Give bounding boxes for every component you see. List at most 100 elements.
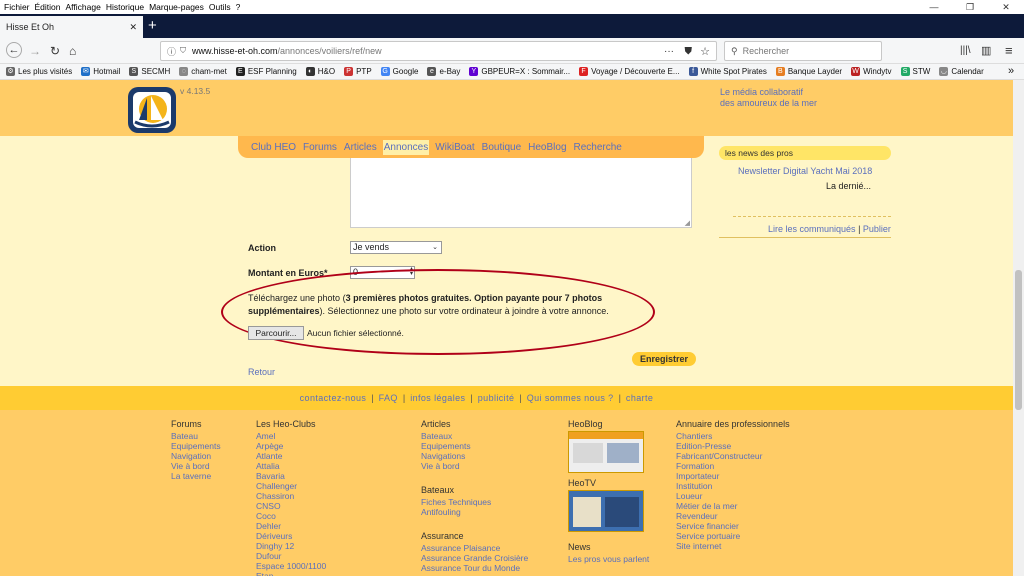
- bookmark-item[interactable]: S STW: [900, 67, 930, 76]
- footer-bar-link[interactable]: FAQ: [379, 393, 398, 403]
- footer-link-annuaire[interactable]: Edition-Presse: [676, 441, 790, 451]
- footer-link-forum[interactable]: Navigation: [171, 451, 221, 461]
- footer-link-annuaire[interactable]: Service financier: [676, 521, 790, 531]
- footer-link-club[interactable]: CNSO: [256, 501, 326, 511]
- footer-link-club[interactable]: Attalia: [256, 461, 326, 471]
- save-button[interactable]: Enregistrer: [632, 352, 696, 366]
- news-item-link[interactable]: Newsletter Digital Yacht Mai 2018: [738, 166, 872, 176]
- footer-link-club[interactable]: Dehler: [256, 521, 326, 531]
- footer-link-club[interactable]: Chassiron: [256, 491, 326, 501]
- bookmark-item[interactable]: f White Spot Pirates: [688, 67, 767, 76]
- footer-bar-link[interactable]: Qui sommes nous ?: [527, 393, 614, 403]
- footer-link-club[interactable]: Dinghy 12: [256, 541, 326, 551]
- site-nav-item[interactable]: Recherche: [573, 140, 623, 155]
- info-icon[interactable]: ⓘ: [167, 45, 176, 58]
- bookmark-item[interactable]: ◐ H&O: [305, 67, 335, 76]
- bookmark-item[interactable]: G Google: [380, 67, 418, 76]
- footer-link-club[interactable]: Bavaria: [256, 471, 326, 481]
- bookmark-item[interactable]: ◌ cham-met: [179, 67, 227, 76]
- footer-bar-link[interactable]: charte: [626, 393, 653, 403]
- site-nav-item[interactable]: WikiBoat: [434, 140, 475, 155]
- footer-link-club[interactable]: Etap: [256, 571, 326, 576]
- url-bar[interactable]: ⓘ ⛉ www.hisse-et-oh.com /annonces/voilie…: [160, 41, 717, 61]
- action-select[interactable]: Je vends ⌄: [350, 241, 442, 254]
- reload-button[interactable]: ↻: [50, 43, 60, 59]
- site-nav-item[interactable]: Articles: [343, 140, 378, 155]
- minimize-button[interactable]: —: [916, 0, 952, 14]
- new-tab-button[interactable]: +: [148, 16, 157, 36]
- heotv-thumbnail[interactable]: [568, 490, 644, 532]
- footer-link-club[interactable]: Atlante: [256, 451, 326, 461]
- footer-link-club[interactable]: Dufour: [256, 551, 326, 561]
- footer-link-annuaire[interactable]: Fabricant/Constructeur: [676, 451, 790, 461]
- bookmarks-overflow-icon[interactable]: »: [1008, 65, 1014, 77]
- footer-link-annuaire[interactable]: Revendeur: [676, 511, 790, 521]
- menu-marque-pages[interactable]: Marque-pages: [149, 2, 204, 12]
- bookmark-item[interactable]: e e-Bay: [427, 67, 460, 76]
- footer-link-annuaire[interactable]: Importateur: [676, 471, 790, 481]
- menu-aide[interactable]: ?: [236, 2, 241, 12]
- close-window-button[interactable]: ✕: [988, 0, 1024, 14]
- pocket-icon[interactable]: ⛊: [685, 46, 693, 57]
- menu-outils[interactable]: Outils: [209, 2, 231, 12]
- footer-link-bateaux[interactable]: Fiches Techniques: [421, 497, 528, 507]
- footer-link-article[interactable]: Bateaux: [421, 431, 528, 441]
- site-nav-item[interactable]: Club HEO: [250, 140, 297, 155]
- site-nav-item[interactable]: Forums: [302, 140, 338, 155]
- footer-link-article[interactable]: Navigations: [421, 451, 528, 461]
- back-button[interactable]: ←: [6, 42, 22, 58]
- footer-link-forum[interactable]: Equipements: [171, 441, 221, 451]
- bookmark-item[interactable]: ◡ Calendar: [939, 67, 984, 76]
- menu-affichage[interactable]: Affichage: [66, 2, 101, 12]
- browse-file-button[interactable]: Parcourir...: [248, 326, 304, 340]
- footer-link-news[interactable]: Les pros vous parlent: [568, 554, 649, 564]
- tab-hisse-et-oh[interactable]: Hisse Et Oh ✕: [0, 16, 143, 38]
- bookmark-item[interactable]: ✉ Hotmail: [81, 67, 120, 76]
- library-icon[interactable]: |||\: [960, 43, 971, 59]
- resize-handle-icon[interactable]: ◢: [685, 219, 690, 227]
- publish-link[interactable]: Publier: [863, 224, 891, 234]
- bookmark-star-icon[interactable]: ☆: [700, 45, 710, 58]
- bookmark-item[interactable]: S SECMH: [129, 67, 170, 76]
- footer-bar-link[interactable]: contactez-nous: [300, 393, 367, 403]
- tracking-shield-icon[interactable]: ⛉: [180, 46, 186, 56]
- page-scrollbar[interactable]: [1013, 80, 1024, 576]
- footer-link-annuaire[interactable]: Métier de la mer: [676, 501, 790, 511]
- forward-button[interactable]: →: [29, 43, 41, 59]
- footer-link-assurance[interactable]: Assurance Tour du Monde: [421, 563, 528, 573]
- footer-link-forum[interactable]: Bateau: [171, 431, 221, 441]
- scrollbar-thumb[interactable]: [1015, 270, 1022, 410]
- footer-link-club[interactable]: Arpège: [256, 441, 326, 451]
- footer-link-annuaire[interactable]: Site internet: [676, 541, 790, 551]
- tab-close-icon[interactable]: ✕: [129, 22, 137, 33]
- bookmark-item[interactable]: Y GBPEUR=X : Sommair...: [469, 67, 570, 76]
- home-button[interactable]: ⌂: [69, 43, 76, 59]
- read-communiques-link[interactable]: Lire les communiqués: [768, 224, 856, 234]
- bookmark-item[interactable]: B Banque Layder: [775, 67, 842, 76]
- footer-link-article[interactable]: Vie à bord: [421, 461, 528, 471]
- footer-link-club[interactable]: Coco: [256, 511, 326, 521]
- footer-link-club[interactable]: Amel: [256, 431, 326, 441]
- footer-link-club[interactable]: Challenger: [256, 481, 326, 491]
- bookmark-item[interactable]: F Voyage / Découverte E...: [579, 67, 680, 76]
- footer-link-annuaire[interactable]: Institution: [676, 481, 790, 491]
- footer-link-annuaire[interactable]: Loueur: [676, 491, 790, 501]
- footer-link-assurance[interactable]: Assurance Plaisance: [421, 543, 528, 553]
- footer-link-annuaire[interactable]: Service portuaire: [676, 531, 790, 541]
- sidebar-icon[interactable]: ▥: [981, 43, 991, 59]
- footer-link-club[interactable]: Espace 1000/1100: [256, 561, 326, 571]
- footer-link-forum[interactable]: La taverne: [171, 471, 221, 481]
- back-link[interactable]: Retour: [248, 367, 275, 377]
- bookmark-item[interactable]: ⚙ Les plus visités: [6, 67, 72, 76]
- site-nav-item[interactable]: Annonces: [382, 139, 430, 155]
- heoblog-thumbnail[interactable]: [568, 431, 644, 473]
- footer-link-forum[interactable]: Vie à bord: [171, 461, 221, 471]
- site-nav-item[interactable]: Boutique: [481, 140, 522, 155]
- footer-bar-link[interactable]: publicité: [478, 393, 515, 403]
- bookmark-item[interactable]: E ESF Planning: [235, 67, 297, 76]
- menu-fichier[interactable]: Fichier: [4, 2, 30, 12]
- site-nav-item[interactable]: HeoBlog: [527, 140, 567, 155]
- footer-link-article[interactable]: Equipements: [421, 441, 528, 451]
- bookmark-item[interactable]: P PTP: [344, 67, 372, 76]
- footer-bar-link[interactable]: infos légales: [410, 393, 465, 403]
